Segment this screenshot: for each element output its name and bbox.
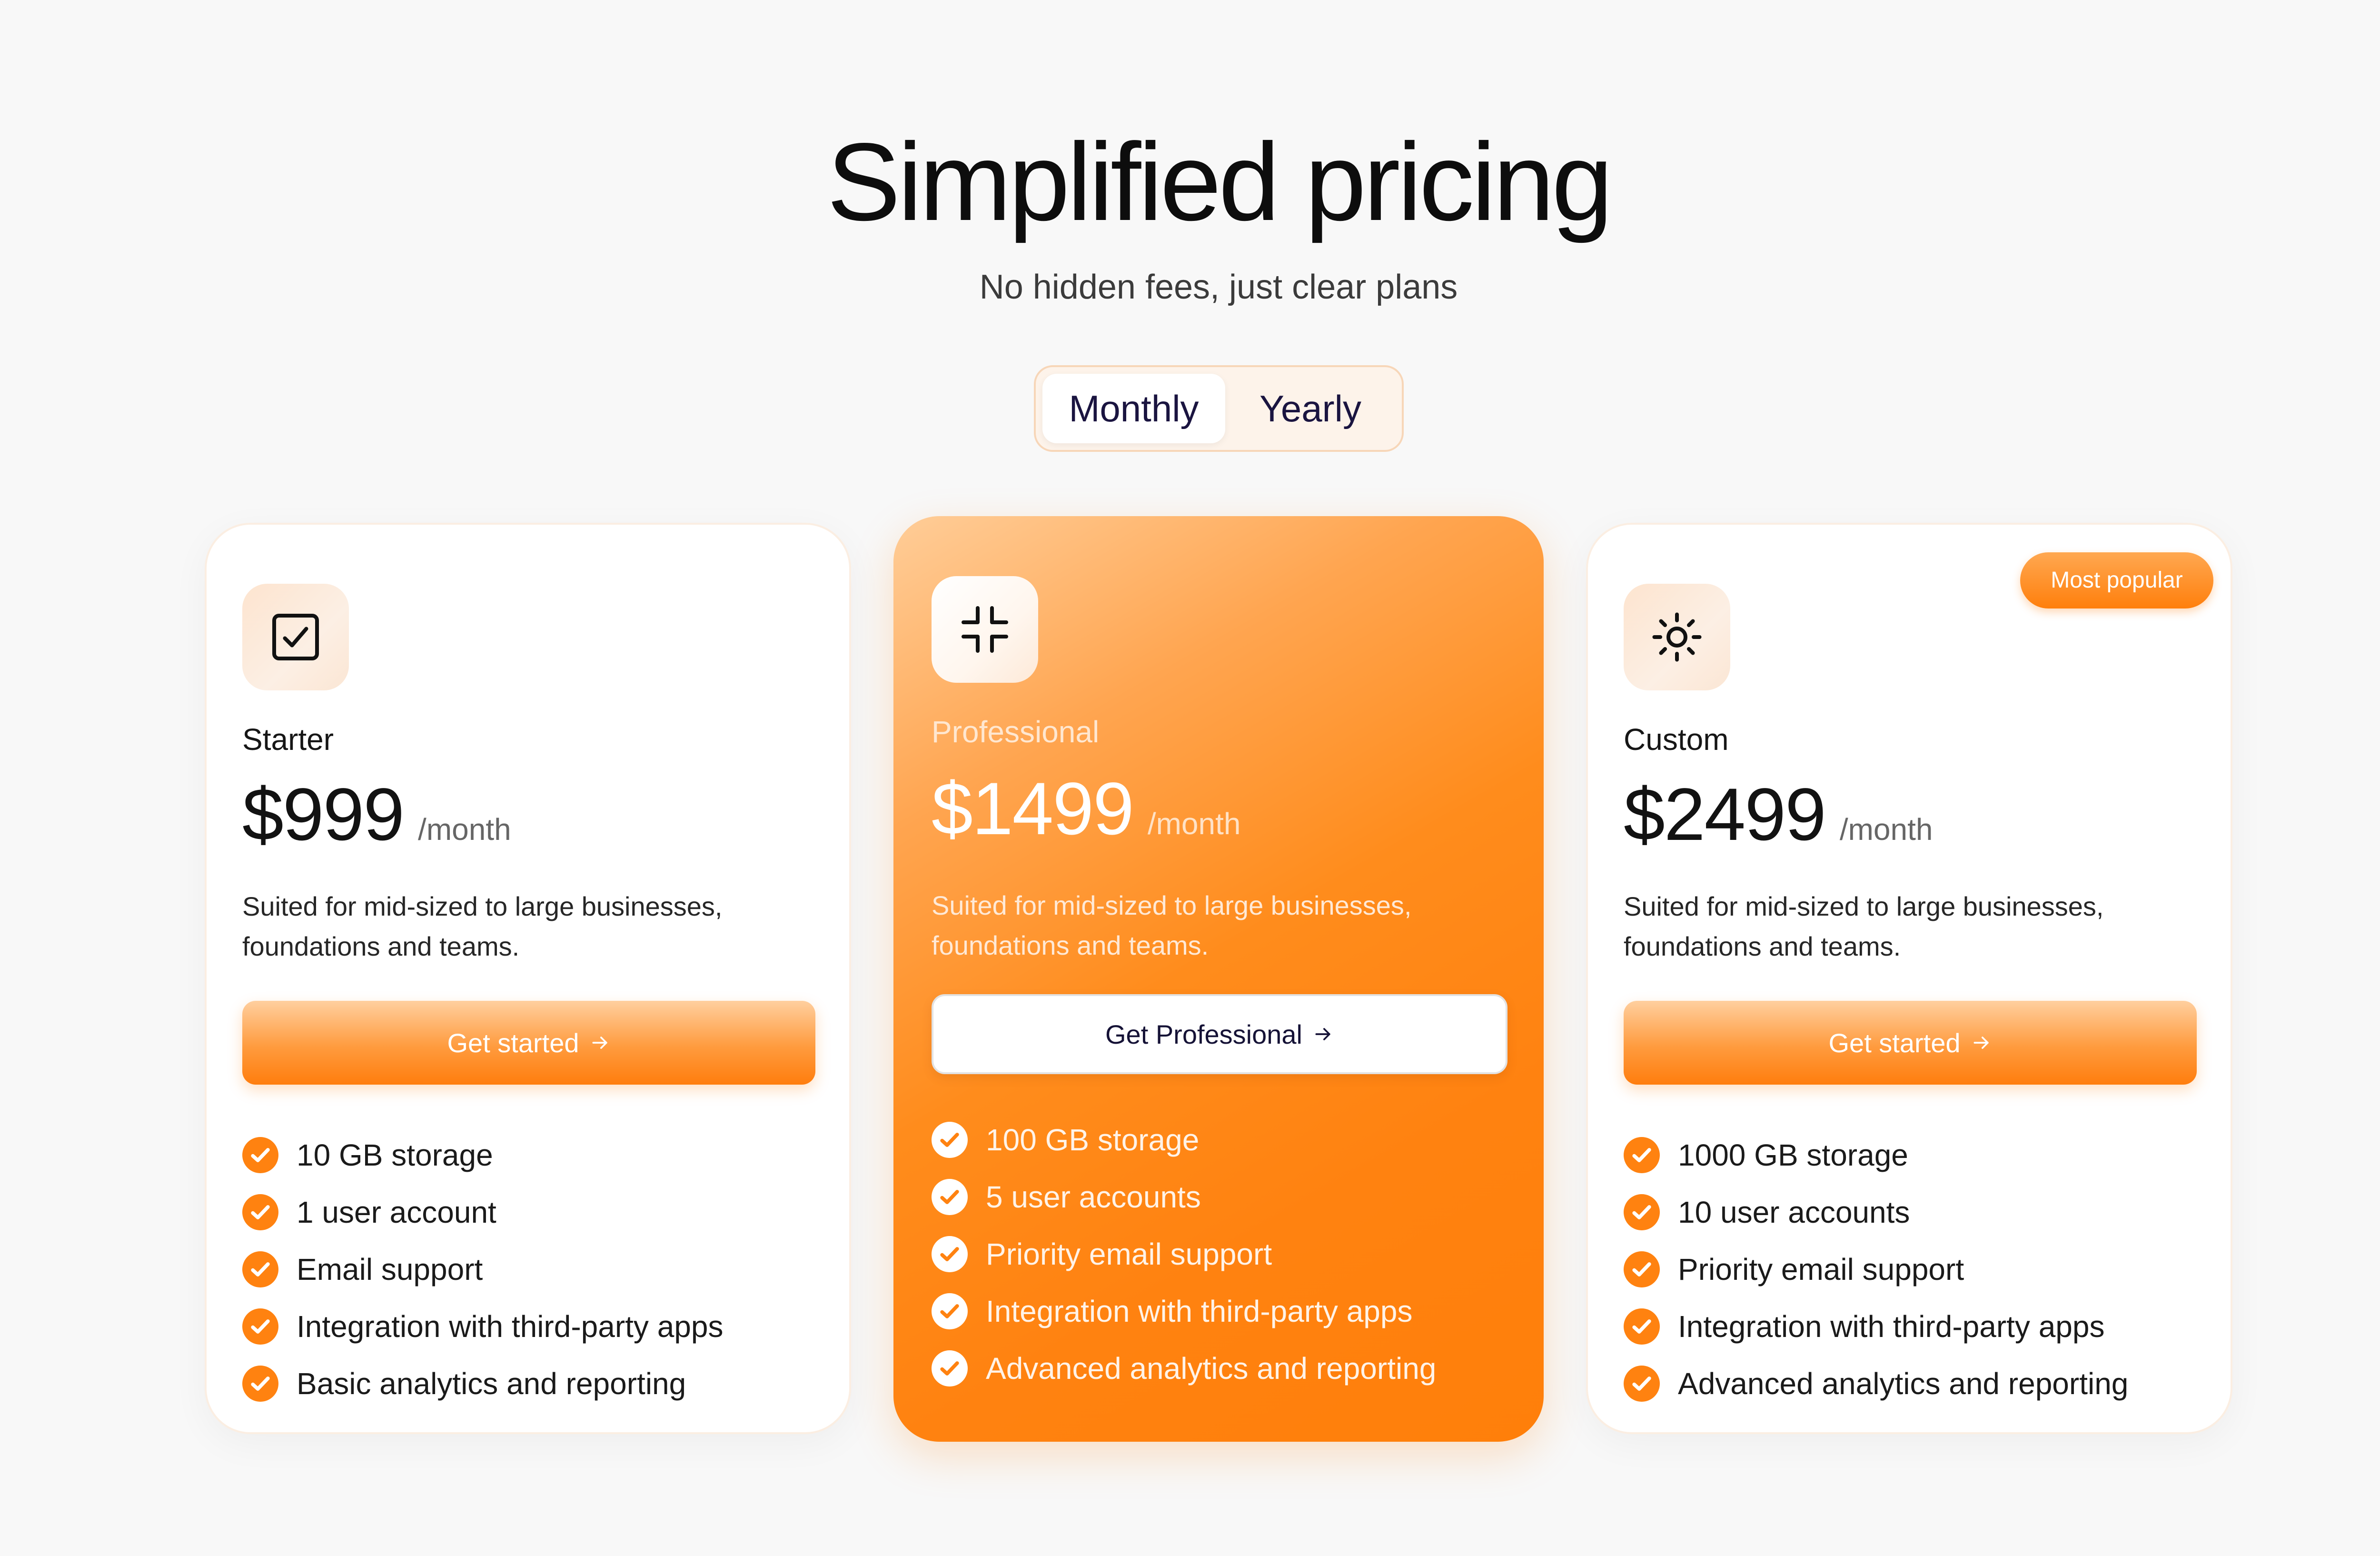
check-circle-icon xyxy=(932,1122,968,1158)
plan-card-professional: Professional $1499/month Suited for mid-… xyxy=(893,516,1544,1442)
feature-list: 10 GB storage 1 user account Email suppo… xyxy=(242,1127,723,1412)
plan-card-starter: Starter $999/month Suited for mid-sized … xyxy=(205,523,851,1434)
button-label: Get started xyxy=(1828,1027,1961,1058)
arrow-right-icon xyxy=(592,1037,607,1049)
list-item: 10 user accounts xyxy=(1624,1184,2128,1241)
list-item: Advanced analytics and reporting xyxy=(932,1340,1436,1397)
plan-price: $2499 xyxy=(1624,773,1826,856)
page-subtitle: No hidden fees, just clear plans xyxy=(979,268,1458,306)
list-item: Integration with third-party apps xyxy=(1624,1298,2128,1355)
price-period: /month xyxy=(1147,807,1241,841)
pricing-page: Simplified pricing No hidden fees, just … xyxy=(0,0,2380,1556)
plan-price: $1499 xyxy=(932,768,1134,850)
get-started-button[interactable]: Get started xyxy=(1624,1001,2197,1085)
plan-description: Suited for mid-sized to large businesses… xyxy=(242,891,723,961)
page-title: Simplified pricing xyxy=(827,120,1613,244)
list-item: Integration with third-party apps xyxy=(932,1283,1436,1340)
list-item: 100 GB storage xyxy=(932,1111,1436,1168)
check-circle-icon xyxy=(932,1350,968,1386)
plan-name: Starter xyxy=(242,722,334,757)
check-circle-icon xyxy=(1624,1194,1660,1230)
feature-text: Advanced analytics and reporting xyxy=(1678,1366,2129,1401)
get-started-button[interactable]: Get started xyxy=(242,1001,815,1085)
list-item: 5 user accounts xyxy=(932,1168,1436,1226)
plan-name: Professional xyxy=(932,715,1100,749)
plan-name: Custom xyxy=(1624,722,1729,757)
feature-list: 1000 GB storage 10 user accounts Priorit… xyxy=(1624,1127,2128,1412)
arrow-right-icon xyxy=(1315,1028,1330,1040)
check-circle-icon xyxy=(1624,1251,1660,1287)
button-label: Get started xyxy=(447,1027,579,1058)
list-item: Advanced analytics and reporting xyxy=(1624,1355,2128,1412)
feature-text: 100 GB storage xyxy=(986,1123,1200,1157)
check-circle-icon xyxy=(242,1251,278,1287)
check-circle-icon xyxy=(932,1179,968,1215)
feature-text: 10 user accounts xyxy=(1678,1195,1910,1229)
price-row: $2499/month xyxy=(1624,772,1933,858)
price-row: $1499/month xyxy=(932,767,1240,852)
check-circle-icon xyxy=(1624,1366,1660,1402)
list-item: Priority email support xyxy=(932,1226,1436,1283)
list-item: 1 user account xyxy=(242,1184,723,1241)
toggle-yearly[interactable]: Yearly xyxy=(1229,374,1392,443)
button-label: Get Professional xyxy=(1105,1019,1302,1049)
get-professional-button[interactable]: Get Professional xyxy=(932,994,1507,1074)
collapse-icon xyxy=(932,576,1038,683)
check-circle-icon xyxy=(932,1236,968,1272)
feature-text: 5 user accounts xyxy=(986,1180,1201,1214)
list-item: Email support xyxy=(242,1241,723,1298)
feature-list: 100 GB storage 5 user accounts Priority … xyxy=(932,1111,1436,1397)
list-item: 10 GB storage xyxy=(242,1127,723,1184)
feature-text: 1 user account xyxy=(297,1195,496,1229)
checkbox-icon xyxy=(242,584,349,690)
plan-description: Suited for mid-sized to large businesses… xyxy=(1624,891,2104,961)
list-item: Priority email support xyxy=(1624,1241,2128,1298)
price-period: /month xyxy=(1839,812,1933,847)
price-row: $999/month xyxy=(242,772,511,858)
feature-text: Basic analytics and reporting xyxy=(297,1366,686,1401)
feature-text: Integration with third-party apps xyxy=(297,1309,724,1344)
check-circle-icon xyxy=(242,1137,278,1173)
check-circle-icon xyxy=(242,1366,278,1402)
feature-text: Email support xyxy=(297,1252,483,1287)
list-item: 1000 GB storage xyxy=(1624,1127,2128,1184)
check-circle-icon xyxy=(1624,1308,1660,1345)
list-item: Integration with third-party apps xyxy=(242,1298,723,1355)
feature-text: Integration with third-party apps xyxy=(1678,1309,2105,1344)
list-item: Basic analytics and reporting xyxy=(242,1355,723,1412)
plan-price: $999 xyxy=(242,773,405,856)
feature-text: Integration with third-party apps xyxy=(986,1294,1413,1328)
sun-icon xyxy=(1624,584,1730,690)
feature-text: 1000 GB storage xyxy=(1678,1138,1908,1172)
feature-text: 10 GB storage xyxy=(297,1138,493,1172)
check-circle-icon xyxy=(242,1194,278,1230)
feature-text: Priority email support xyxy=(1678,1252,1964,1287)
feature-text: Priority email support xyxy=(986,1237,1272,1271)
toggle-monthly[interactable]: Monthly xyxy=(1042,374,1225,443)
arrow-right-icon xyxy=(1973,1037,1989,1049)
billing-toggle: Monthly Yearly xyxy=(1034,365,1404,452)
most-popular-badge: Most popular xyxy=(2020,552,2213,608)
plan-description: Suited for mid-sized to large businesses… xyxy=(932,890,1412,960)
check-circle-icon xyxy=(1624,1137,1660,1173)
feature-text: Advanced analytics and reporting xyxy=(986,1351,1437,1386)
plan-card-custom: Most popular Custom $2499/month Suited f… xyxy=(1586,523,2232,1434)
price-period: /month xyxy=(418,812,511,847)
check-circle-icon xyxy=(932,1293,968,1329)
check-circle-icon xyxy=(242,1308,278,1345)
